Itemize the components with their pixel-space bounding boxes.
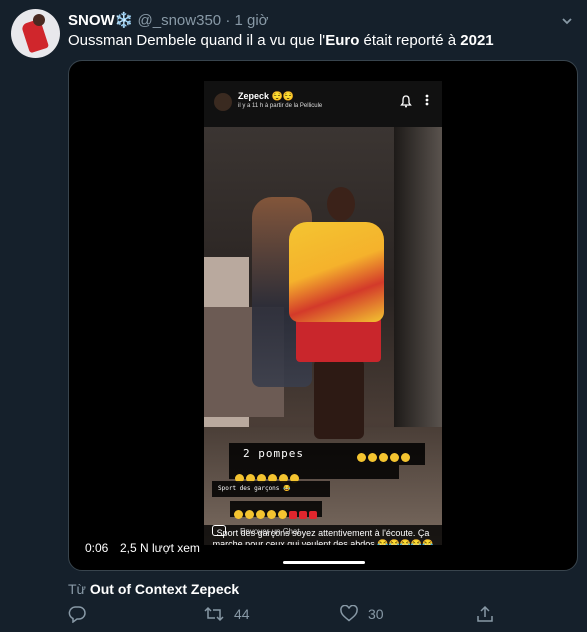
tweet-text-part: était reporté à xyxy=(359,32,461,49)
author-avatar[interactable] xyxy=(11,9,60,58)
source-prefix: Từ xyxy=(68,581,90,597)
like-count: 30 xyxy=(368,605,384,622)
video-frame: 2 pompes Sport des garçons 😂 Sport des g… xyxy=(204,127,442,545)
tweet-text-part: Oussman Dembele quand il a vu que l' xyxy=(68,32,326,49)
caption-sport-text: Sport des garçons 😂 xyxy=(218,485,291,492)
author-name[interactable]: SNOW❄️ xyxy=(68,12,133,29)
caption-hearts xyxy=(230,501,322,519)
emoji-row xyxy=(357,450,412,463)
tweet-text-bold-year: 2021 xyxy=(460,32,494,49)
caption-sport: Sport des garçons 😂 xyxy=(212,481,330,497)
video-time: 0:06 xyxy=(85,541,109,555)
caption-emoji-row xyxy=(229,465,399,483)
retweet-count: 44 xyxy=(234,606,250,622)
retweet-button[interactable]: 44 xyxy=(204,605,250,623)
snap-subtitle: il y a 11 h à partir de la Pellicule xyxy=(238,103,323,109)
caption-pompes-text: 2 pompes xyxy=(243,447,304,460)
separator-dot: · xyxy=(225,12,231,29)
snap-header: Zepeck 😌😌 il y a 11 h à partir de la Pel… xyxy=(204,81,442,127)
snap-username: Zepeck 😌😌 xyxy=(238,91,294,101)
tweet-time[interactable]: 1 giờ xyxy=(234,12,268,29)
tweet-text: Oussman Dembele quand il a vu que l'Euro… xyxy=(68,32,494,49)
video-views: 2,5 N lượt xem xyxy=(120,541,200,555)
tweet-actions: 44 30 xyxy=(68,605,508,629)
home-indicator xyxy=(283,561,365,564)
snap-avatar xyxy=(214,93,232,111)
chevron-down-icon[interactable] xyxy=(560,14,574,28)
share-icon xyxy=(477,605,493,622)
camera-icon xyxy=(212,525,226,536)
heart-icon xyxy=(340,605,358,622)
video-source: Từ Out of Context Zepeck xyxy=(68,581,239,597)
retweet-icon xyxy=(204,606,224,622)
bell-icon xyxy=(400,95,412,108)
share-button[interactable] xyxy=(476,605,494,623)
snap-chat-bar: Envoyer un Chat xyxy=(204,521,442,545)
source-link[interactable]: Out of Context Zepeck xyxy=(90,581,239,597)
more-vertical-icon xyxy=(425,94,429,106)
chat-placeholder: Envoyer un Chat xyxy=(240,527,300,536)
reply-icon xyxy=(68,606,86,623)
tweet-header: SNOW❄️ @_snow350 · 1 giờ xyxy=(68,11,269,29)
tweet-text-bold-euro: Euro xyxy=(325,32,360,49)
like-button[interactable]: 30 xyxy=(340,605,384,622)
author-handle[interactable]: @_snow350 xyxy=(138,12,222,29)
video-player[interactable]: Zepeck 😌😌 il y a 11 h à partir de la Pel… xyxy=(68,60,578,571)
caption-pompes: 2 pompes xyxy=(229,443,425,465)
reply-button[interactable] xyxy=(68,605,86,623)
person-jersey xyxy=(289,222,384,322)
snapchat-frame: Zepeck 😌😌 il y a 11 h à partir de la Pel… xyxy=(204,81,442,545)
